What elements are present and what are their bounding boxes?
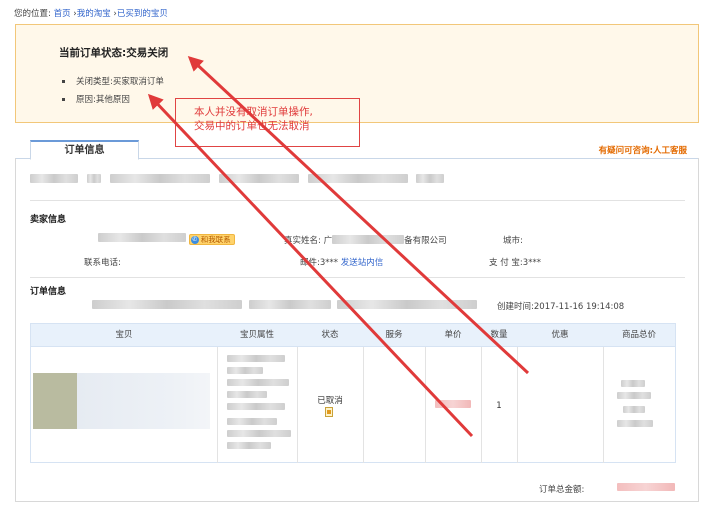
redacted-text (98, 233, 186, 242)
real-name-prefix: 广 (323, 236, 333, 246)
status-close-type: 关闭类型:买家取消订单 (62, 76, 164, 94)
seller-phone: 联系电话: (84, 256, 121, 268)
breadcrumb-home-link[interactable]: 首页 (54, 9, 71, 19)
divider (30, 200, 685, 201)
order-address-redacted (92, 300, 478, 312)
tab-order-info[interactable]: 订单信息 (30, 140, 139, 160)
created-time-label: 创建时间: (497, 302, 534, 312)
breadcrumb: 您的位置: 首页 ›我的淘宝 ›已买到的宝贝 (14, 7, 168, 19)
item-thumbnail[interactable] (33, 373, 77, 429)
email-label: 邮件: (300, 258, 320, 268)
annotation-box: 本人并没有取消订单操作, 交易中的订单也无法取消 (175, 98, 360, 147)
redacted-text (617, 392, 651, 399)
redacted-text (248, 300, 331, 309)
seller-alipay: 支 付 宝:3*** (489, 256, 541, 268)
seller-real-name: 真实姓名: 广 备有限公司 (284, 234, 447, 246)
redacted-text (86, 174, 101, 183)
header-item: 宝贝 (115, 330, 133, 340)
header-quantity: 数量 (490, 330, 508, 340)
redacted-text (617, 420, 653, 427)
item-status: 已取消 (317, 396, 343, 406)
redacted-text (227, 430, 291, 437)
redacted-text (30, 174, 78, 183)
redacted-text (416, 174, 445, 183)
real-name-label: 真实姓名: (284, 236, 321, 246)
redacted-text (227, 355, 285, 362)
header-attributes: 宝贝属性 (239, 330, 274, 340)
redacted-text (227, 391, 267, 398)
seller-city: 城市: (503, 234, 523, 246)
redacted-text (617, 483, 675, 491)
redacted-text (227, 442, 271, 449)
item-title-redacted[interactable] (77, 373, 210, 429)
redacted-text (332, 235, 405, 244)
header-service: 服务 (385, 330, 403, 340)
table-header: 宝贝 宝贝属性 状态 服务 单价 数量 优惠 商品总价 (31, 324, 675, 347)
divider (217, 347, 218, 463)
divider (517, 347, 518, 463)
order-created-time: 创建时间:2017-11-16 19:14:08 (497, 300, 624, 312)
redacted-text (227, 403, 285, 410)
header-total-price: 商品总价 (621, 330, 656, 340)
redacted-text (435, 400, 471, 408)
redacted-text (227, 367, 263, 374)
alipay-value: 3*** (522, 258, 541, 268)
seller-section-title: 卖家信息 (30, 215, 67, 225)
redacted-text (109, 174, 210, 183)
status-reason: 原因:其他原因 (62, 94, 164, 112)
chat-icon: ✆ (190, 236, 199, 244)
help-customer-service-link[interactable]: 有疑问可咨询:人工客服 (599, 144, 687, 156)
header-discount: 优惠 (551, 330, 569, 340)
seller-nickname: ✆ 和我联系 (98, 233, 235, 245)
bullet-icon (62, 80, 65, 83)
item-quantity: 1 (496, 401, 502, 411)
breadcrumb-prefix: 您的位置: (14, 9, 51, 19)
divider (425, 347, 426, 463)
redacted-text (227, 379, 289, 386)
order-items-table: 宝贝 宝贝属性 状态 服务 单价 数量 优惠 商品总价 已取消 1 (30, 323, 676, 463)
annotation-line: 本人并没有取消订单操作, (194, 106, 313, 118)
contact-seller-badge[interactable]: ✆ 和我联系 (188, 234, 235, 245)
status-details-list: 关闭类型:买家取消订单 原因:其他原因 (62, 76, 164, 112)
order-status-title: 当前订单状态:交易关闭 (59, 47, 169, 59)
divider (30, 277, 685, 278)
real-name-suffix: 备有限公司 (404, 236, 447, 246)
redacted-text (623, 406, 645, 413)
redacted-text (307, 174, 408, 183)
divider (363, 347, 364, 463)
header-status: 状态 (321, 330, 339, 340)
order-section-title: 订单信息 (30, 287, 67, 297)
redacted-text (227, 418, 277, 425)
order-id-redacted (30, 174, 445, 186)
bullet-icon (62, 98, 65, 101)
send-message-link[interactable]: 发送站内信 (341, 258, 384, 268)
breadcrumb-my-taobao-link[interactable]: 我的淘宝 (77, 9, 111, 19)
created-time-value: 2017-11-16 19:14:08 (533, 302, 625, 312)
city-label: 城市: (503, 236, 523, 246)
redacted-text (621, 380, 645, 387)
redacted-text (218, 174, 299, 183)
order-total-label: 订单总金额: (539, 485, 585, 495)
seller-email: 邮件:3*** 发送站内信 (300, 256, 383, 268)
redacted-text (92, 300, 242, 309)
header-unit-price: 单价 (444, 330, 462, 340)
divider (603, 347, 604, 463)
phone-label: 联系电话: (84, 258, 121, 268)
reason-text: 原因:其他原因 (76, 95, 130, 105)
annotation-line: 交易中的订单也无法取消 (194, 120, 310, 132)
redacted-text (337, 300, 478, 309)
contact-seller-label: 和我联系 (200, 235, 231, 244)
email-value: 3*** (319, 258, 339, 268)
breadcrumb-bought-link[interactable]: 已买到的宝贝 (117, 9, 168, 19)
close-type-text: 关闭类型:买家取消订单 (76, 77, 164, 87)
document-icon[interactable] (325, 407, 333, 417)
alipay-label: 支 付 宝: (489, 258, 523, 268)
